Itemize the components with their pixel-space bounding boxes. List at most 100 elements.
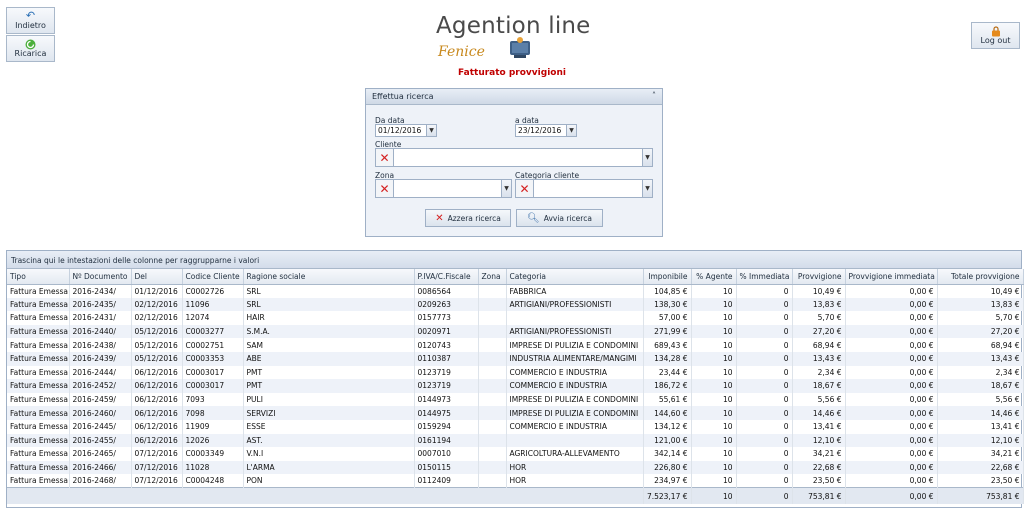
cell-tipo: Fattura Emessa (7, 447, 70, 461)
column-header-categoria[interactable]: Categoria (506, 269, 644, 285)
cell-provv-immediata: 0,00 € (845, 447, 938, 461)
column-header-tipo[interactable]: Tipo (7, 269, 70, 285)
column-header-codice-cliente[interactable]: Codice Cliente (182, 269, 244, 285)
cell-zona (478, 324, 507, 339)
cell-ragione-sociale: SERVIZI (243, 406, 415, 420)
search-panel-title: Effettua ricerca (372, 92, 434, 101)
cell-codice-cliente: 11096 (182, 297, 244, 312)
table-row[interactable]: Fattura Emessa 2016-2459/06/12/2016 7093 PU… (7, 392, 1024, 407)
table-row[interactable]: Fattura Emessa 2016-2434/01/12/2016 C00027… (7, 284, 1024, 298)
cell-ragione-sociale: PON (243, 474, 415, 488)
cell-immediata: 0 (736, 474, 793, 488)
cell-imponibile: 134,28 € (643, 351, 692, 366)
cell-ragione-sociale: ESSE (243, 419, 415, 434)
table-row[interactable]: Fattura Emessa 2016-2439/05/12/2016 C00033… (7, 351, 1024, 366)
cell-imponibile: 271,99 € (643, 324, 692, 339)
logo-subtitle: Fenice (438, 44, 485, 60)
cell-zona (478, 365, 507, 380)
table-row[interactable]: Fattura Emessa 2016-2460/06/12/2016 7098 SE… (7, 406, 1024, 420)
table-row[interactable]: Fattura Emessa 2016-2455/06/12/2016 12026 A… (7, 433, 1024, 448)
cell-imponibile: 186,72 € (643, 379, 692, 393)
cell-provvigione: 18,67 € (792, 379, 846, 393)
table-row[interactable]: Fattura Emessa 2016-2445/06/12/2016 11909 E… (7, 419, 1024, 434)
cell-agente: 10 (691, 392, 737, 407)
column-header-totale[interactable]: Totale provvigione (937, 269, 1024, 285)
cell-piva: 0157773 (414, 311, 479, 325)
clear-zona-icon[interactable]: ✕ (376, 180, 394, 197)
cell-zona (478, 433, 507, 448)
column-header-documento[interactable]: Nº Documento (69, 269, 132, 285)
table-row[interactable]: Fattura Emessa 2016-2431/02/12/2016 12074 H… (7, 311, 1024, 325)
column-header-del[interactable]: Del (131, 269, 183, 285)
a-data-field[interactable]: 23/12/2016 ▼ (515, 124, 577, 137)
cell-del: 07/12/2016 (131, 460, 183, 475)
cell-zona (478, 338, 507, 352)
column-header-zona[interactable]: Zona (478, 269, 507, 285)
chevron-down-icon[interactable]: ▼ (426, 125, 436, 136)
column-header-ragione-sociale[interactable]: Ragione sociale (243, 269, 415, 285)
cell-agente: 10 (691, 284, 737, 298)
cell-codice-cliente: C0003349 (182, 447, 244, 461)
cell-piva: 0123719 (414, 365, 479, 380)
column-header-immediata[interactable]: % Immediata (736, 269, 793, 285)
cell-imponibile: 234,97 € (643, 474, 692, 488)
cell-tipo: Fattura Emessa (7, 474, 70, 488)
cell-provvigione: 34,21 € (792, 447, 846, 461)
cell-zona (478, 447, 507, 461)
reload-button[interactable]: Ricarica (6, 35, 55, 62)
column-header-provvigione[interactable]: Provvigione (792, 269, 846, 285)
da-data-field[interactable]: 01/12/2016 ▼ (375, 124, 437, 137)
cell-zona (478, 311, 507, 325)
cell-provv-immediata: 0,00 € (845, 379, 938, 393)
collapse-icon[interactable]: ˄ (652, 91, 656, 100)
table-row[interactable]: Fattura Emessa 2016-2452/06/12/2016 C00030… (7, 379, 1024, 393)
group-by-area[interactable]: Trascina qui le intestazioni delle colon… (7, 251, 1021, 269)
da-data-value: 01/12/2016 (378, 126, 422, 135)
cell-ragione-sociale: AST. (243, 433, 415, 448)
table-row[interactable]: Fattura Emessa 2016-2444/06/12/2016 C00030… (7, 365, 1024, 380)
cell-provvigione: 5,56 € (792, 392, 846, 407)
chevron-down-icon[interactable]: ▼ (566, 125, 576, 136)
cell-codice-cliente: C0002726 (182, 284, 244, 298)
cell-piva: 0020971 (414, 324, 479, 339)
cell-agente: 10 (691, 447, 737, 461)
column-header-imponibile[interactable]: Imponibile (643, 269, 692, 285)
cell-imponibile: 121,00 € (643, 433, 692, 448)
logout-label: Log out (980, 36, 1011, 46)
column-header-provv-immediata[interactable]: Provvigione immediata (845, 269, 938, 285)
cell-provv-immediata: 0,00 € (845, 284, 938, 298)
start-search-label: Avvia ricerca (543, 213, 592, 223)
cliente-combo[interactable]: ✕ ▼ (375, 148, 653, 167)
zona-combo[interactable]: ✕ ▼ (375, 179, 512, 198)
cell-ragione-sociale: V.N.I (243, 447, 415, 461)
table-row[interactable]: Fattura Emessa 2016-2440/05/12/2016 C00032… (7, 324, 1024, 339)
clear-cliente-icon[interactable]: ✕ (376, 149, 394, 166)
column-header-piva[interactable]: P.IVA/C.Fiscale (414, 269, 479, 285)
cell-immediata: 0 (736, 311, 793, 325)
table-row[interactable]: Fattura Emessa 2016-2438/05/12/2016 C00027… (7, 338, 1024, 352)
table-body: Fattura Emessa 2016-2434/01/12/2016 C00027… (7, 284, 1024, 488)
table-row[interactable]: Fattura Emessa 2016-2435/02/12/2016 11096 S… (7, 297, 1024, 312)
cell-provv-immediata: 0,00 € (845, 324, 938, 339)
chevron-down-icon[interactable]: ▼ (642, 180, 652, 197)
start-search-button[interactable]: 🔍︎ Avvia ricerca (516, 209, 603, 227)
logout-button[interactable]: Log out (971, 22, 1020, 49)
back-button[interactable]: ↶ Indietro (6, 7, 55, 34)
column-header-agente[interactable]: % Agente (691, 269, 737, 285)
cell-provvigione: 27,20 € (792, 324, 846, 339)
table-row[interactable]: Fattura Emessa 2016-2466/07/12/2016 11028 L… (7, 460, 1024, 475)
table-row[interactable]: Fattura Emessa 2016-2465/07/12/2016 C00033… (7, 447, 1024, 461)
cell-documento: 2016-2438/ (69, 338, 132, 352)
chevron-down-icon[interactable]: ▼ (642, 149, 652, 166)
reset-search-button[interactable]: ✕ Azzera ricerca (425, 209, 511, 227)
cell-tipo: Fattura Emessa (7, 392, 70, 407)
cell-codice-cliente: C0003353 (182, 351, 244, 366)
clear-categoria-icon[interactable]: ✕ (516, 180, 534, 197)
cell-documento: 2016-2431/ (69, 311, 132, 325)
table-row[interactable]: Fattura Emessa 2016-2468/07/12/2016 C00042… (7, 474, 1024, 488)
chevron-down-icon[interactable]: ▼ (501, 180, 511, 197)
reload-label: Ricarica (14, 49, 47, 59)
cell-agente: 10 (691, 433, 737, 448)
search-panel-header[interactable]: Effettua ricerca ˄ (366, 89, 662, 105)
categoria-combo[interactable]: ✕ ▼ (515, 179, 653, 198)
